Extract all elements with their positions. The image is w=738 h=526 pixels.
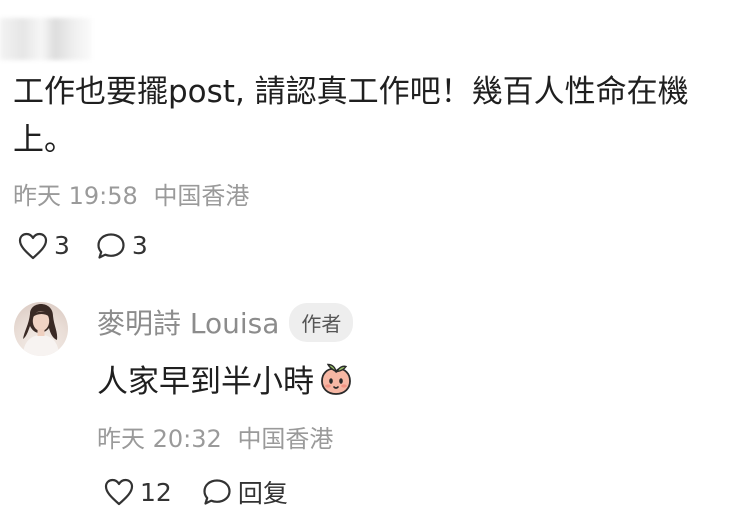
reply-like-count: 12: [140, 477, 172, 507]
reply-reply-label: 回复: [237, 479, 288, 508]
peach-sticker-icon: [321, 363, 351, 395]
comment-like-button[interactable]: 3: [18, 231, 70, 260]
author-avatar[interactable]: [14, 302, 68, 356]
reply-meta: 昨天 20:32 中国香港: [97, 419, 333, 454]
avatar-photo-icon: [23, 304, 59, 356]
comment-text: 工作也要擺post, 請認真工作吧！幾百人性命在機上。: [13, 74, 689, 158]
reply-actions: 12 回复: [104, 474, 288, 510]
comment-reply-button[interactable]: 3: [96, 231, 148, 260]
reply-time: 昨天 20:32: [97, 425, 222, 453]
comment-time: 昨天 19:58: [13, 182, 138, 210]
reply-like-button[interactable]: 12: [104, 478, 172, 507]
comment-location: 中国香港: [153, 182, 250, 210]
reply-text: 人家早到半小時: [97, 364, 314, 400]
comment-like-count: 3: [54, 231, 70, 260]
comment-actions: 3 3: [18, 231, 148, 260]
heart-icon: [18, 232, 48, 259]
reply-author-name[interactable]: 麥明詩 Louisa: [97, 302, 279, 342]
reply-header: 麥明詩 Louisa 作者: [97, 302, 354, 342]
reply-reply-button[interactable]: 回复: [202, 474, 288, 510]
chat-bubble-icon: [203, 479, 231, 505]
comment-meta: 昨天 19:58 中国香港: [13, 176, 249, 211]
heart-icon: [104, 478, 134, 506]
blurred-username: [0, 18, 92, 60]
reply-location: 中国香港: [237, 425, 334, 453]
chat-bubble-icon: [97, 232, 125, 259]
author-badge: 作者: [289, 302, 354, 342]
reply-content: 人家早到半小時: [97, 356, 354, 401]
comment-reply-count: 3: [131, 231, 148, 260]
